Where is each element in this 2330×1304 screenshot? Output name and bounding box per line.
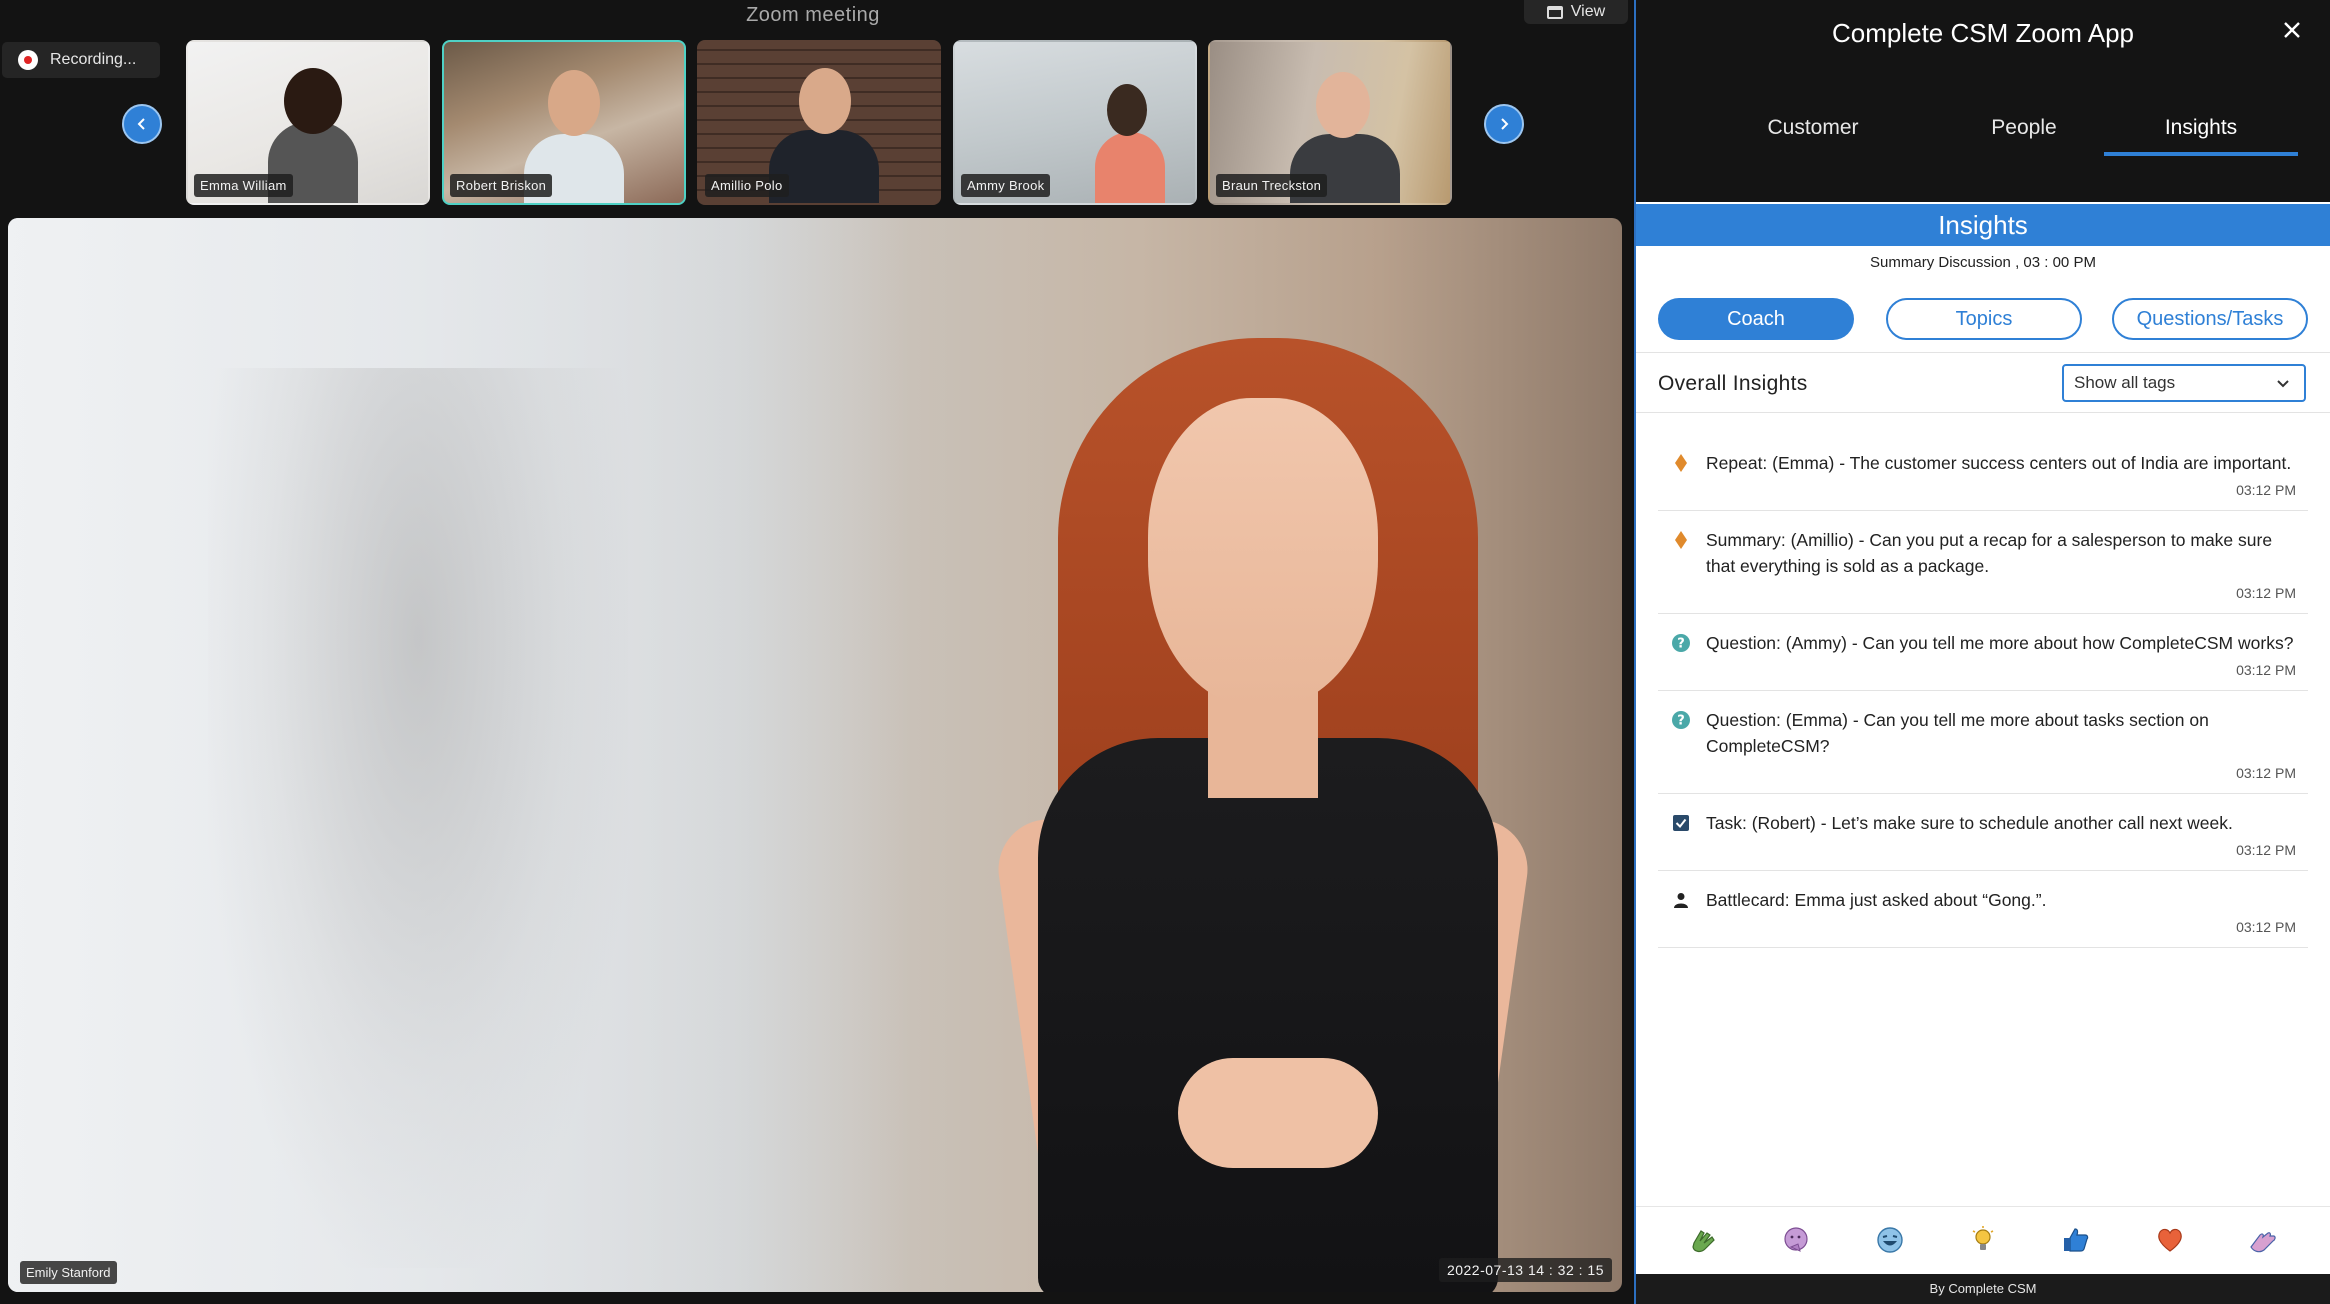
insight-text: Task: (Robert) - Let’s make sure to sche… [1706, 813, 2233, 833]
participant-thumb[interactable]: Braun Treckston [1208, 40, 1452, 205]
participant-figure [1095, 132, 1165, 203]
insight-text: Question: (Ammy) - Can you tell me more … [1706, 633, 2294, 653]
panel-header: Complete CSM Zoom App Customer People In… [1636, 0, 2330, 202]
speaker-name-label: Emily Stanford [20, 1261, 117, 1284]
tab-people[interactable]: People [1924, 112, 2124, 156]
speaker-face [1148, 398, 1378, 708]
speaker-hands [1178, 1058, 1378, 1168]
thumbs-up-icon[interactable] [2059, 1223, 2093, 1257]
insight-time: 03:12 PM [2236, 482, 2296, 498]
insight-time: 03:12 PM [2236, 662, 2296, 678]
close-button[interactable] [2276, 14, 2308, 46]
insight-time: 03:12 PM [2236, 765, 2296, 781]
insight-text: Question: (Emma) - Can you tell me more … [1706, 710, 2209, 756]
thinking-icon[interactable] [1779, 1223, 1813, 1257]
participant-head [799, 68, 851, 134]
participant-head [1316, 72, 1370, 138]
heart-icon[interactable] [2153, 1223, 2187, 1257]
topics-filter-button[interactable]: Topics [1886, 298, 2082, 340]
participant-head [1107, 84, 1147, 136]
overall-insights-label: Overall Insights [1658, 372, 1808, 395]
meeting-area: Zoom meeting View Recording... Emma Will… [0, 0, 1632, 1304]
laugh-icon[interactable] [1873, 1223, 1907, 1257]
close-icon [2284, 22, 2300, 38]
section-title: Insights [1636, 204, 2330, 246]
app-title: Complete CSM Zoom App [1831, 18, 2134, 48]
view-button-label: View [1570, 3, 1606, 20]
recording-indicator: Recording... [2, 42, 160, 78]
list-item[interactable]: Summary: (Amillio) - Can you put a recap… [1658, 511, 2308, 614]
questions-tasks-filter-button[interactable]: Questions/Tasks [2112, 298, 2308, 340]
diamond-icon [1672, 454, 1690, 472]
reaction-bar [1636, 1206, 2330, 1272]
recording-label: Recording... [50, 51, 137, 68]
tab-insights[interactable]: Insights [2104, 112, 2298, 156]
lightbulb-icon[interactable] [1966, 1223, 2000, 1257]
chevron-down-icon [2277, 380, 2289, 388]
participant-head [548, 70, 600, 136]
insight-list: Repeat: (Emma) - The customer success ce… [1658, 434, 2308, 948]
meeting-title: Zoom meeting [746, 4, 880, 26]
main-video: Emily Stanford 2022-07-13 14 : 32 : 15 [8, 218, 1622, 1292]
participant-name: Emma William [194, 174, 293, 197]
insight-time: 03:12 PM [2236, 842, 2296, 858]
video-timestamp: 2022-07-13 14 : 32 : 15 [1438, 1258, 1612, 1282]
tag-filter-select[interactable]: Show all tags [2062, 364, 2306, 402]
list-item[interactable]: Task: (Robert) - Let’s make sure to sche… [1658, 794, 2308, 871]
tab-customer[interactable]: Customer [1702, 112, 1924, 156]
side-panel: Complete CSM Zoom App Customer People In… [1634, 0, 2330, 1304]
panel-tabs: Customer People Insights [1636, 112, 2330, 156]
view-button[interactable]: View [1524, 0, 1628, 24]
participant-thumb[interactable]: Amillio Polo [697, 40, 941, 205]
chevron-right-icon [1501, 118, 1509, 130]
insight-time: 03:12 PM [2236, 919, 2296, 935]
participant-name: Amillio Polo [705, 174, 789, 197]
clap-icon[interactable] [1686, 1223, 1720, 1257]
divider [1636, 352, 2330, 353]
insight-text: Repeat: (Emma) - The customer success ce… [1706, 453, 2292, 473]
calendar-icon [1546, 5, 1563, 19]
insight-text: Summary: (Amillio) - Can you put a recap… [1706, 530, 2273, 576]
participant-name: Robert Briskon [450, 174, 553, 197]
list-item[interactable]: ? Question: (Ammy) - Can you tell me mor… [1658, 614, 2308, 691]
coach-filter-button[interactable]: Coach [1658, 298, 1854, 340]
record-icon [18, 50, 38, 70]
insight-time: 03:12 PM [2236, 585, 2296, 601]
next-participants-button[interactable] [1484, 104, 1524, 144]
insight-text: Battlecard: Emma just asked about “Gong.… [1706, 890, 2047, 910]
speaker-top [1038, 738, 1498, 1292]
participant-name: Ammy Brook [961, 174, 1051, 197]
list-item[interactable]: Battlecard: Emma just asked about “Gong.… [1658, 871, 2308, 948]
diamond-icon [1672, 531, 1690, 549]
previous-participants-button[interactable] [122, 104, 162, 144]
list-item[interactable]: ? Question: (Emma) - Can you tell me mor… [1658, 691, 2308, 794]
summary-line: Summary Discussion , 03 : 00 PM [1870, 254, 2096, 271]
participant-thumb[interactable]: Emma William [186, 40, 430, 205]
list-item[interactable]: Repeat: (Emma) - The customer success ce… [1658, 434, 2308, 511]
reflection-figure [208, 368, 628, 1268]
person-icon [1672, 891, 1690, 909]
tag-filter-value: Show all tags [2074, 373, 2176, 392]
task-checkbox-icon [1672, 814, 1690, 832]
footer-credit: By Complete CSM [1636, 1274, 2330, 1304]
raised-hand-icon[interactable] [2246, 1223, 2280, 1257]
chevron-left-icon [137, 118, 145, 130]
question-icon: ? [1672, 634, 1690, 652]
question-icon: ? [1672, 711, 1690, 729]
svg-text:?: ? [1677, 714, 1685, 729]
participant-head [284, 68, 342, 134]
divider [1636, 412, 2330, 413]
svg-text:?: ? [1677, 637, 1685, 652]
participant-thumb[interactable]: Robert Briskon [442, 40, 686, 205]
participant-thumb[interactable]: Ammy Brook [953, 40, 1197, 205]
participant-name: Braun Treckston [1216, 174, 1328, 197]
